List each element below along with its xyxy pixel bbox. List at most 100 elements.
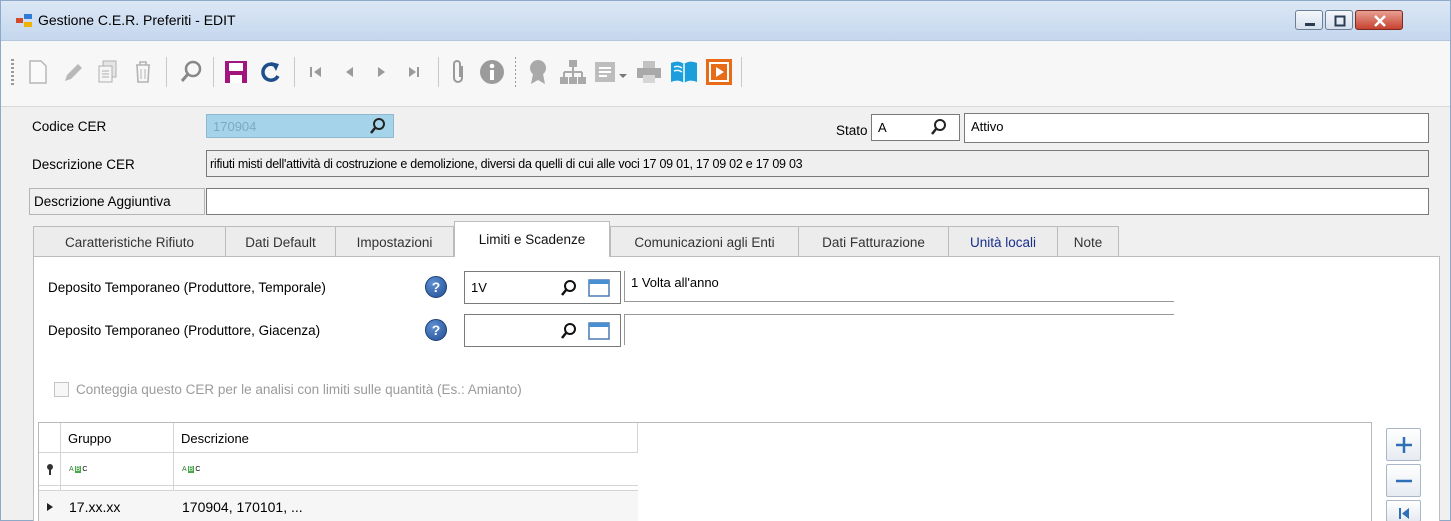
delete-button[interactable]	[128, 55, 158, 89]
last-record-icon	[409, 67, 419, 77]
next-record-button[interactable]	[367, 55, 397, 89]
deposito-temporale-label: Deposito Temporaneo (Produttore, Tempora…	[48, 280, 326, 295]
codice-cer-label: Codice CER	[32, 119, 107, 134]
undo-icon	[261, 62, 280, 82]
filter-row	[39, 453, 638, 486]
certificate-icon	[530, 60, 546, 84]
tab-comunicazioni-agli-enti[interactable]: Comunicazioni agli Enti	[610, 226, 799, 257]
deposito-temporale-table-icon[interactable]	[588, 279, 610, 297]
minus-icon	[1395, 479, 1412, 482]
toolbar	[1, 41, 1450, 107]
new-icon	[29, 60, 47, 84]
codice-cer-field[interactable]: 170904	[206, 114, 394, 138]
filter-descrizione[interactable]: ABC	[182, 453, 200, 486]
attachment-icon	[453, 60, 463, 83]
text-filter-icon: ABC	[69, 466, 88, 473]
deposito-giacenza-table-icon[interactable]	[588, 322, 610, 340]
descrizione-cer-value: rifiuti misti dell'attività di costruzio…	[210, 156, 803, 171]
row-descrizione: 170904, 170101, ...	[182, 498, 303, 515]
tab-unita-locali[interactable]: Unità locali	[948, 226, 1058, 257]
edit-icon	[65, 64, 82, 81]
filter-pin-icon	[47, 464, 53, 475]
next-record-icon	[378, 67, 385, 77]
descrizione-cer-field: rifiuti misti dell'attività di costruzio…	[206, 150, 1429, 177]
hierarchy-icon	[560, 60, 586, 84]
undo-button[interactable]	[256, 55, 286, 89]
first-row-button[interactable]	[1386, 500, 1421, 521]
export-dropdown-icon	[595, 62, 627, 82]
table-row[interactable]	[39, 490, 638, 521]
row-gruppo: 17.xx.xx	[69, 498, 121, 515]
print-button[interactable]	[634, 55, 664, 89]
toolbar-grip[interactable]	[11, 59, 14, 85]
tab-impostazioni[interactable]: Impostazioni	[335, 226, 454, 257]
add-row-button[interactable]	[1386, 428, 1421, 461]
help-icon[interactable]: ?	[425, 276, 447, 298]
stato-label: Stato	[836, 123, 868, 138]
deposito-giacenza-search-icon[interactable]	[559, 321, 579, 341]
minimize-button[interactable]	[1295, 10, 1323, 30]
edit-button[interactable]	[58, 55, 88, 89]
minimize-icon	[1305, 23, 1315, 26]
help-icon[interactable]: ?	[425, 319, 447, 341]
delete-icon	[136, 61, 150, 83]
save-button[interactable]	[221, 55, 251, 89]
main-window: Gestione C.E.R. Preferiti - EDIT Codice …	[0, 0, 1451, 521]
maximize-icon	[1334, 15, 1346, 27]
tab-dati-default[interactable]: Dati Default	[225, 226, 336, 257]
export-dropdown-button[interactable]	[593, 55, 629, 89]
hierarchy-button[interactable]	[558, 55, 588, 89]
certificate-button[interactable]	[523, 55, 553, 89]
column-header-descrizione[interactable]: Descrizione	[181, 423, 249, 453]
window-title: Gestione C.E.R. Preferiti - EDIT	[38, 12, 236, 28]
gruppi-grid: Gruppo Descrizione ABC ABC 17.xx.xx 1709…	[38, 422, 1372, 521]
save-icon	[225, 61, 247, 83]
tab-dati-fatturazione[interactable]: Dati Fatturazione	[798, 226, 949, 257]
text-filter-icon: ABC	[182, 466, 201, 473]
search-icon	[180, 60, 202, 82]
deposito-giacenza-description	[624, 314, 1174, 345]
descrizione-aggiuntiva-label: Descrizione Aggiuntiva	[34, 194, 171, 209]
tab-limiti-e-scadenze[interactable]: Limiti e Scadenze	[454, 221, 610, 257]
stato-description-field: Attivo	[964, 113, 1429, 143]
grid-header	[39, 423, 638, 453]
descrizione-cer-label: Descrizione CER	[32, 157, 135, 172]
info-button[interactable]	[477, 55, 507, 89]
stato-code-value: A	[878, 120, 887, 135]
remove-row-button[interactable]	[1386, 464, 1421, 497]
codice-cer-value: 170904	[213, 118, 257, 134]
first-record-icon	[310, 67, 321, 77]
codice-cer-search-icon[interactable]	[368, 116, 388, 136]
info-icon	[480, 60, 504, 84]
previous-record-button[interactable]	[334, 55, 364, 89]
maximize-button[interactable]	[1325, 10, 1353, 30]
video-icon	[706, 59, 732, 85]
stato-search-icon[interactable]	[929, 117, 949, 137]
tab-note[interactable]: Note	[1057, 226, 1119, 257]
search-button[interactable]	[176, 55, 206, 89]
deposito-temporale-search-icon[interactable]	[559, 278, 579, 298]
descrizione-aggiuntiva-label-box: Descrizione Aggiuntiva	[29, 188, 205, 215]
copy-button[interactable]	[93, 55, 123, 89]
attachment-button[interactable]	[444, 55, 474, 89]
first-record-button[interactable]	[301, 55, 331, 89]
previous-record-icon	[346, 67, 353, 77]
new-button[interactable]	[23, 55, 53, 89]
column-header-gruppo[interactable]: Gruppo	[68, 423, 111, 453]
manual-icon	[671, 61, 697, 83]
plus-icon	[1395, 436, 1412, 453]
descrizione-aggiuntiva-input[interactable]	[206, 188, 1429, 215]
video-button[interactable]	[704, 55, 734, 89]
filter-gruppo[interactable]: ABC	[69, 453, 87, 486]
copy-icon	[98, 60, 117, 83]
last-record-button[interactable]	[399, 55, 429, 89]
deposito-giacenza-label: Deposito Temporaneo (Produttore, Giacenz…	[48, 323, 321, 338]
first-row-icon	[1398, 508, 1409, 519]
close-icon	[1374, 15, 1386, 27]
conteggia-checkbox[interactable]	[54, 382, 69, 397]
manual-button[interactable]	[669, 55, 699, 89]
close-button[interactable]	[1355, 10, 1403, 30]
tab-caratteristiche-rifiuto[interactable]: Caratteristiche Rifiuto	[33, 226, 226, 257]
deposito-temporale-code: 1V	[471, 280, 487, 295]
current-row-indicator-icon	[47, 503, 53, 511]
